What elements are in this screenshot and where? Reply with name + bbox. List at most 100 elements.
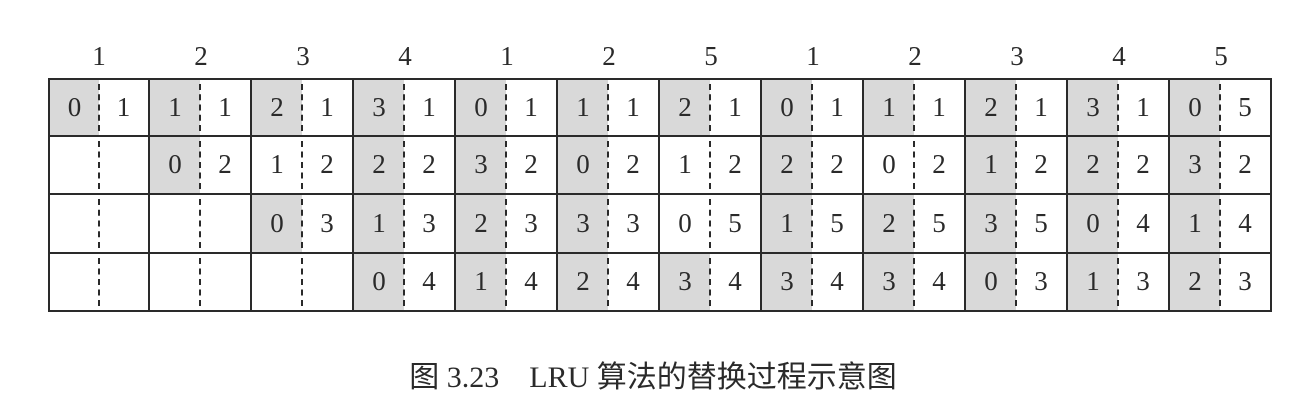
counter-value [150, 195, 200, 252]
dashed-divider [403, 140, 405, 189]
dashed-divider [199, 257, 201, 306]
dashed-divider [505, 199, 507, 248]
counter-value: 0 [762, 80, 812, 135]
page-number: 2 [1238, 149, 1252, 180]
dashed-divider [1015, 140, 1017, 189]
counter-value: 2 [864, 195, 914, 252]
counter-value: 1 [1068, 253, 1118, 310]
frame-cell [252, 253, 354, 312]
dashed-divider [505, 140, 507, 189]
page-number: 1 [932, 91, 946, 122]
counter-value: 3 [354, 80, 404, 135]
page-number: 3 [422, 207, 436, 238]
frame-cell: 01 [762, 78, 864, 137]
page-number: 1 [422, 91, 436, 122]
dashed-divider [301, 84, 303, 131]
dashed-divider [98, 257, 100, 306]
frame-cell: 12 [252, 136, 354, 195]
counter-value: 3 [660, 253, 710, 310]
dashed-divider [505, 257, 507, 306]
frame-cell: 32 [456, 136, 558, 195]
page-number: 1 [524, 91, 538, 122]
dashed-divider [1015, 257, 1017, 306]
frame-cell: 05 [1170, 78, 1272, 137]
counter-value: 0 [558, 136, 608, 193]
page-number: 3 [1034, 266, 1048, 297]
counter-value: 1 [1170, 195, 1220, 252]
dashed-divider [1219, 84, 1221, 131]
page-number: 1 [320, 91, 334, 122]
page-number: 4 [626, 266, 640, 297]
counter-value: 3 [1068, 80, 1118, 135]
frame-cell: 33 [558, 195, 660, 254]
page-number: 2 [728, 149, 742, 180]
frame-cell: 31 [1068, 78, 1170, 137]
page-number: 5 [932, 207, 946, 238]
frame-cell [150, 195, 252, 254]
counter-value: 2 [1068, 136, 1118, 193]
page-number: 1 [1136, 91, 1150, 122]
page-number: 3 [524, 207, 538, 238]
dashed-divider [403, 84, 405, 131]
frame-cell: 22 [1068, 136, 1170, 195]
page-number [99, 195, 148, 252]
counter-value: 3 [558, 195, 608, 252]
dashed-divider [1117, 199, 1119, 248]
frame-cell: 13 [354, 195, 456, 254]
frame-cell: 03 [252, 195, 354, 254]
dashed-divider [811, 140, 813, 189]
page-number: 2 [932, 149, 946, 180]
dashed-divider [98, 140, 100, 189]
page-number: 2 [218, 149, 232, 180]
dashed-divider [1219, 257, 1221, 306]
frame-cell: 21 [252, 78, 354, 137]
frame-cell: 02 [864, 136, 966, 195]
dashed-divider [607, 84, 609, 131]
counter-value: 3 [864, 253, 914, 310]
frame-cell [48, 253, 150, 312]
frame-cell: 15 [762, 195, 864, 254]
dashed-divider [913, 257, 915, 306]
dashed-divider [505, 84, 507, 131]
counter-value: 2 [456, 195, 506, 252]
page-number [99, 137, 148, 194]
page-number: 4 [1238, 207, 1252, 238]
frame-cell: 21 [966, 78, 1068, 137]
frame-cell: 01 [48, 78, 150, 137]
dashed-divider [199, 140, 201, 189]
counter-value [50, 254, 99, 311]
page-number: 4 [524, 266, 538, 297]
dashed-divider [403, 257, 405, 306]
counter-value: 1 [270, 149, 284, 180]
page-number: 2 [1034, 149, 1048, 180]
reference-page-2: 2 [194, 41, 208, 71]
page-number [99, 254, 148, 311]
reference-string: 1 2 3 4 1 2 5 1 2 3 4 5 [48, 36, 1272, 76]
frame-cell: 11 [558, 78, 660, 137]
frame-cell: 11 [150, 78, 252, 137]
dashed-divider [709, 84, 711, 131]
frame-cell: 05 [660, 195, 762, 254]
page-number: 2 [422, 149, 436, 180]
frame-cell: 34 [864, 253, 966, 312]
counter-value: 0 [966, 253, 1016, 310]
dashed-divider [913, 140, 915, 189]
reference-page-4: 4 [398, 41, 412, 71]
page-number: 1 [830, 91, 844, 122]
dashed-divider [1219, 140, 1221, 189]
dashed-divider [301, 140, 303, 189]
page-number: 1 [626, 91, 640, 122]
page-number: 3 [1238, 266, 1252, 297]
counter-value: 2 [252, 80, 302, 135]
reference-page-5: 1 [500, 41, 514, 71]
frame-cell: 24 [558, 253, 660, 312]
frame-cell: 34 [660, 253, 762, 312]
dashed-divider [811, 199, 813, 248]
frame-cell: 04 [1068, 195, 1170, 254]
reference-page-3: 3 [296, 41, 310, 71]
reference-page-6: 2 [602, 41, 616, 71]
dashed-divider [1117, 257, 1119, 306]
counter-value [50, 137, 99, 194]
dashed-divider [607, 199, 609, 248]
frame-cell: 12 [660, 136, 762, 195]
